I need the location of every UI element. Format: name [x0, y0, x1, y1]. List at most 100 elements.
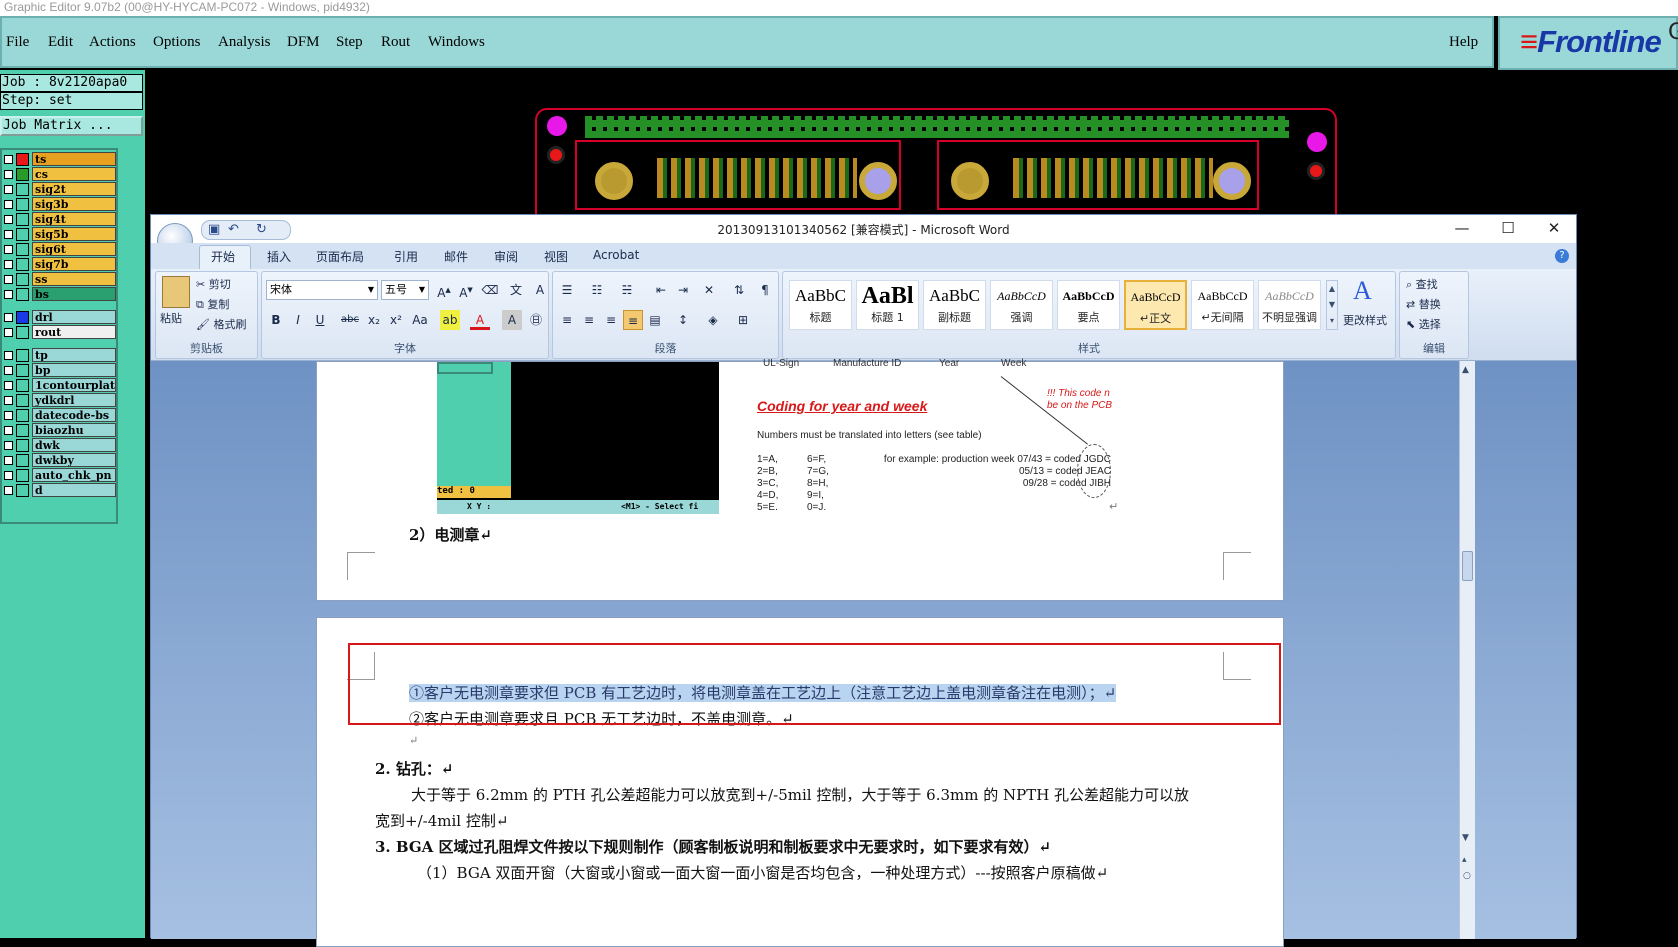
layer-color-swatch[interactable]: [16, 439, 29, 452]
layer-color-swatch[interactable]: [16, 243, 29, 256]
char-shading-icon[interactable]: A: [502, 310, 522, 330]
scroll-down-icon[interactable]: ▼: [1462, 833, 1469, 843]
layer-row-sig5b[interactable]: sig5b: [2, 227, 118, 242]
change-case-icon[interactable]: Aa: [410, 310, 430, 330]
layer-name[interactable]: sig5b: [32, 227, 116, 241]
tab-home[interactable]: 开始: [211, 248, 235, 265]
menu-windows[interactable]: Windows: [428, 34, 485, 51]
layer-color-swatch[interactable]: [16, 258, 29, 271]
layer-checkbox[interactable]: [4, 381, 13, 390]
shrink-font-icon[interactable]: A▼: [456, 280, 476, 300]
layer-checkbox[interactable]: [4, 215, 13, 224]
layer-color-swatch[interactable]: [16, 326, 29, 339]
distributed-icon[interactable]: ▤: [645, 310, 665, 330]
justify-icon[interactable]: ≡: [623, 310, 643, 330]
layer-row-dwk[interactable]: dwk: [2, 438, 118, 453]
clear-format-icon[interactable]: ⌫: [480, 280, 500, 300]
layer-name[interactable]: sig6t: [32, 242, 116, 256]
layer-row-rout[interactable]: rout: [2, 325, 118, 340]
tab-mailings[interactable]: 邮件: [444, 248, 468, 265]
style-heading1[interactable]: AaBl 标题 1: [856, 280, 919, 330]
layer-name[interactable]: sig4t: [32, 212, 116, 226]
layer-checkbox[interactable]: [4, 313, 13, 322]
layer-checkbox[interactable]: [4, 230, 13, 239]
layer-checkbox[interactable]: [4, 456, 13, 465]
tab-insert[interactable]: 插入: [267, 248, 291, 265]
find-button[interactable]: ⌕ 查找: [1406, 276, 1438, 292]
layer-color-swatch[interactable]: [16, 288, 29, 301]
layer-row-datecode-bs[interactable]: datecode-bs: [2, 408, 118, 423]
layer-row-sig7b[interactable]: sig7b: [2, 257, 118, 272]
layer-color-swatch[interactable]: [16, 379, 29, 392]
layer-row-bp[interactable]: bp: [2, 363, 118, 378]
phonetic-icon[interactable]: 文: [506, 280, 526, 300]
font-color-icon[interactable]: A: [470, 310, 490, 330]
layer-checkbox[interactable]: [4, 328, 13, 337]
minimize-button[interactable]: —: [1447, 219, 1477, 237]
layer-name[interactable]: datecode-bs: [32, 408, 116, 422]
layer-name[interactable]: bp: [32, 363, 116, 377]
layer-name[interactable]: biaozhu: [32, 423, 116, 437]
italic-icon[interactable]: I: [288, 310, 308, 330]
layer-color-swatch[interactable]: [16, 484, 29, 497]
layer-color-swatch[interactable]: [16, 394, 29, 407]
bold-icon[interactable]: B: [266, 310, 286, 330]
style-normal[interactable]: AaBbCcD ↵正文: [1124, 280, 1187, 330]
close-button[interactable]: ✕: [1539, 219, 1569, 237]
layer-name[interactable]: auto_chk_pn: [32, 468, 116, 482]
char-border-icon[interactable]: A: [530, 280, 550, 300]
replace-button[interactable]: ⇄ 替换: [1406, 296, 1441, 312]
layer-checkbox[interactable]: [4, 486, 13, 495]
layer-color-swatch[interactable]: [16, 168, 29, 181]
change-styles-button[interactable]: 更改样式: [1343, 312, 1387, 328]
layer-row-drl[interactable]: drl: [2, 310, 118, 325]
layer-checkbox[interactable]: [4, 366, 13, 375]
layer-name[interactable]: ss: [32, 272, 116, 286]
layer-row-biaozhu[interactable]: biaozhu: [2, 423, 118, 438]
save-icon[interactable]: ▣: [208, 222, 220, 237]
align-left-icon[interactable]: ≡: [557, 310, 577, 330]
layer-row-sig6t[interactable]: sig6t: [2, 242, 118, 257]
borders-icon[interactable]: ⊞: [733, 310, 753, 330]
maximize-button[interactable]: ☐: [1493, 219, 1523, 237]
align-center-icon[interactable]: ≡: [579, 310, 599, 330]
select-button[interactable]: ⬉ 选择: [1406, 316, 1441, 332]
layer-name[interactable]: cs: [32, 167, 116, 181]
change-styles-icon[interactable]: A: [1353, 276, 1372, 306]
layer-name[interactable]: ts: [32, 152, 116, 166]
layer-row-auto_chk_pn[interactable]: auto_chk_pn: [2, 468, 118, 483]
font-name-combo[interactable]: 宋体 ▼: [266, 280, 378, 300]
enclose-char-icon[interactable]: ㊐: [526, 310, 546, 330]
menu-step[interactable]: Step: [336, 34, 363, 51]
undo-icon[interactable]: ↶: [228, 222, 239, 237]
layer-row-bs[interactable]: bs: [2, 287, 118, 302]
pcb-canvas[interactable]: [535, 108, 1337, 214]
tab-view[interactable]: 视图: [544, 248, 568, 265]
tab-references[interactable]: 引用: [394, 248, 418, 265]
tab-page-layout[interactable]: 页面布局: [316, 248, 364, 265]
layer-checkbox[interactable]: [4, 275, 13, 284]
tab-acrobat[interactable]: Acrobat: [593, 248, 639, 262]
shading-icon[interactable]: ◈: [703, 310, 723, 330]
layer-name[interactable]: 1contourplat: [32, 378, 116, 392]
strikethrough-icon[interactable]: abc: [340, 310, 360, 330]
layer-row-ts[interactable]: ts: [2, 152, 118, 167]
layer-checkbox[interactable]: [4, 185, 13, 194]
layer-name[interactable]: rout: [32, 325, 116, 339]
layer-name[interactable]: ydkdrl: [32, 393, 116, 407]
layer-name[interactable]: bs: [32, 287, 116, 301]
underline-icon[interactable]: U: [310, 310, 330, 330]
layer-name[interactable]: sig3b: [32, 197, 116, 211]
style-subtle-emphasis[interactable]: AaBbCcD 不明显强调: [1258, 280, 1321, 330]
paste-icon[interactable]: [162, 276, 190, 308]
help-icon[interactable]: ?: [1555, 249, 1569, 263]
layer-name[interactable]: drl: [32, 310, 116, 324]
layer-row-dwkby[interactable]: dwkby: [2, 453, 118, 468]
layer-checkbox[interactable]: [4, 155, 13, 164]
menu-edit[interactable]: Edit: [48, 34, 73, 51]
layer-color-swatch[interactable]: [16, 228, 29, 241]
menu-help[interactable]: Help: [1449, 34, 1478, 51]
layer-color-swatch[interactable]: [16, 409, 29, 422]
layer-row-tp[interactable]: tp: [2, 348, 118, 363]
layer-color-swatch[interactable]: [16, 198, 29, 211]
